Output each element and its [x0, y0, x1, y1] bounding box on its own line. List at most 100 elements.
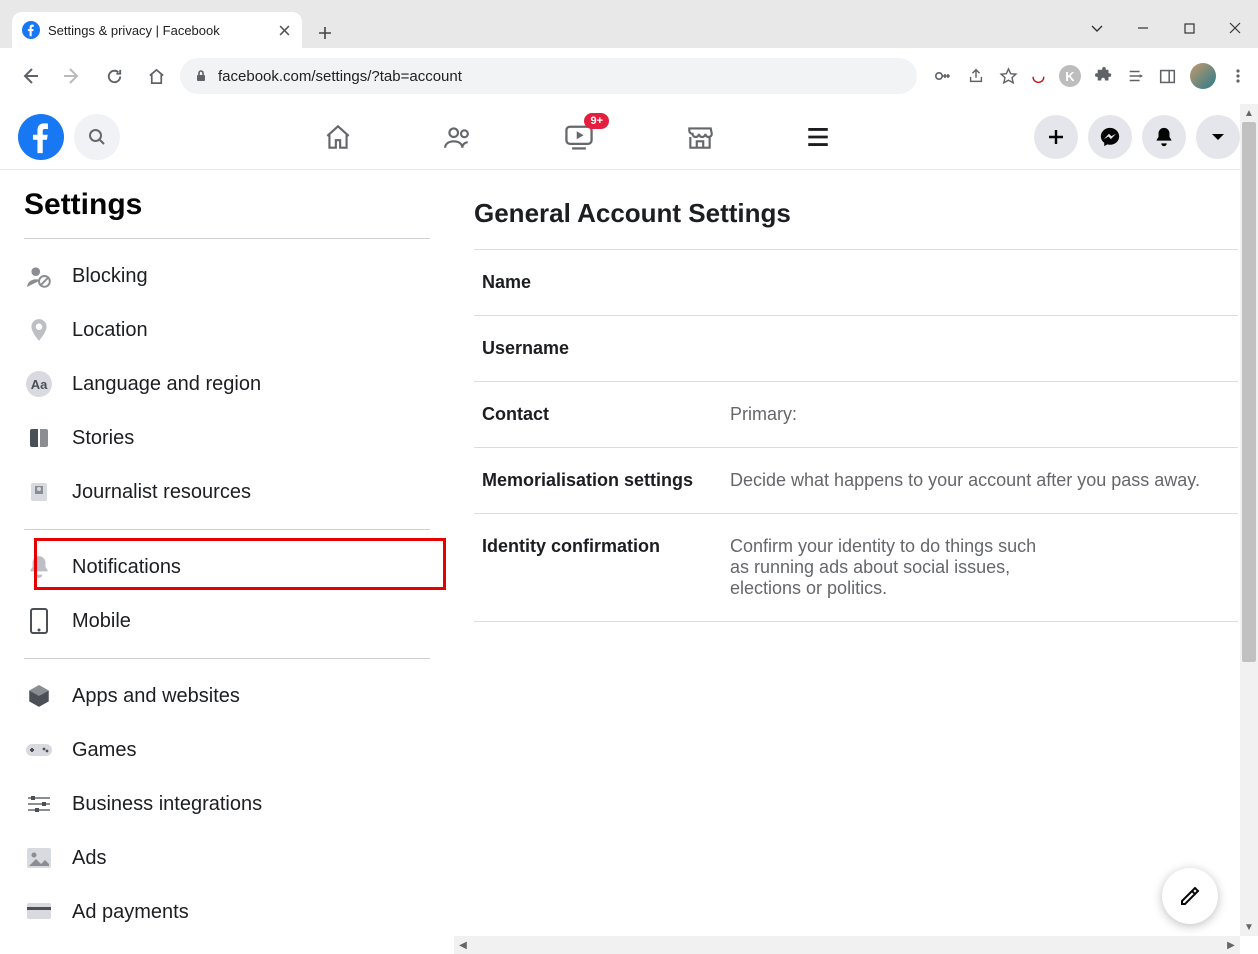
scroll-up-arrow[interactable]: ▲: [1240, 104, 1258, 122]
menu-icon[interactable]: [1230, 68, 1246, 84]
facebook-logo[interactable]: [18, 114, 64, 160]
nav-menu-icon[interactable]: [805, 124, 831, 150]
home-button[interactable]: [138, 58, 174, 94]
sidebar-item-label: Blocking: [72, 265, 148, 288]
sidebar-item-label: Language and region: [72, 373, 261, 396]
row-label: Username: [482, 338, 730, 359]
sidebar-item-label: Stories: [72, 427, 134, 450]
reload-button[interactable]: [96, 58, 132, 94]
compose-fab[interactable]: [1162, 868, 1218, 924]
browser-chrome: Settings & privacy | Facebook facebook.c…: [0, 0, 1258, 104]
image-icon: [24, 843, 54, 873]
profile-avatar[interactable]: [1190, 63, 1216, 89]
chevron-down-icon[interactable]: [1074, 8, 1120, 48]
nav-watch-icon[interactable]: 9+: [563, 121, 595, 153]
extension-k-icon[interactable]: K: [1059, 65, 1081, 87]
row-value: [730, 272, 1230, 293]
settings-row[interactable]: Username: [474, 315, 1238, 381]
notifications-button[interactable]: [1142, 115, 1186, 159]
sidebar-item-stories[interactable]: Stories: [24, 411, 430, 465]
settings-sidebar: Settings Blocking Location Aa Language and …: [0, 170, 454, 954]
address-bar[interactable]: facebook.com/settings/?tab=account: [180, 58, 917, 94]
sidebar-item-notifications[interactable]: Notifications: [24, 540, 430, 594]
sidebar-heading: Settings: [24, 188, 430, 239]
sidebar-item-games[interactable]: Games: [24, 723, 430, 777]
scroll-right-arrow[interactable]: ▶: [1222, 936, 1240, 954]
watch-badge: 9+: [584, 113, 609, 129]
sidebar-item-ads[interactable]: Ads: [24, 831, 430, 885]
person-block-icon: [24, 261, 54, 291]
settings-row[interactable]: ContactPrimary:: [474, 381, 1238, 447]
nav-marketplace-icon[interactable]: [685, 122, 715, 152]
newspaper-icon: [24, 477, 54, 507]
horizontal-scrollbar[interactable]: ◀ ▶: [454, 936, 1240, 954]
separator: [24, 658, 430, 659]
tab-title: Settings & privacy | Facebook: [48, 23, 268, 38]
scroll-thumb[interactable]: [1242, 122, 1256, 662]
sidebar-item-language-and-region[interactable]: Aa Language and region: [24, 357, 430, 411]
sidebar-item-ad-payments[interactable]: Ad payments: [24, 885, 430, 939]
sidebar-item-business-integrations[interactable]: Business integrations: [24, 777, 430, 831]
row-label: Name: [482, 272, 730, 293]
settings-row[interactable]: Name: [474, 249, 1238, 315]
row-value: Decide what happens to your account afte…: [730, 470, 1230, 491]
sidebar-item-location[interactable]: Location: [24, 303, 430, 357]
scroll-left-arrow[interactable]: ◀: [454, 936, 472, 954]
facebook-top-nav: 9+: [0, 104, 1258, 170]
back-button[interactable]: [12, 58, 48, 94]
main-content: General Account Settings Name Username Con…: [454, 170, 1258, 954]
sidebar-item-journalist-resources[interactable]: Journalist resources: [24, 465, 430, 519]
vertical-scrollbar[interactable]: ▲ ▼: [1240, 104, 1258, 936]
aa-icon: Aa: [24, 369, 54, 399]
facebook-search-button[interactable]: [74, 114, 120, 160]
slider-icon: [24, 789, 54, 819]
browser-tab[interactable]: Settings & privacy | Facebook: [12, 12, 302, 48]
lock-icon: [194, 69, 208, 83]
extensions-icon[interactable]: [1095, 67, 1113, 85]
share-icon[interactable]: [967, 67, 985, 85]
row-label: Memorialisation settings: [482, 470, 730, 491]
cube-icon: [24, 681, 54, 711]
account-button[interactable]: [1196, 115, 1240, 159]
svg-text:Aa: Aa: [31, 377, 48, 392]
row-label: Identity confirmation: [482, 536, 730, 599]
sidebar-item-label: Mobile: [72, 610, 131, 633]
sidebar-item-label: Ads: [72, 847, 106, 870]
book-icon: [24, 423, 54, 453]
scroll-down-arrow[interactable]: ▼: [1240, 918, 1258, 936]
media-icon[interactable]: [1127, 67, 1145, 85]
page-title: General Account Settings: [474, 198, 1238, 229]
nav-friends-icon[interactable]: [443, 122, 473, 152]
tab-close-icon[interactable]: [276, 22, 292, 38]
mcafee-icon[interactable]: ◡: [1032, 67, 1045, 85]
separator: [24, 529, 430, 530]
messenger-button[interactable]: [1088, 115, 1132, 159]
panel-icon[interactable]: [1159, 68, 1176, 85]
sidebar-item-apps-and-websites[interactable]: Apps and websites: [24, 669, 430, 723]
sidebar-item-label: Games: [72, 739, 136, 762]
key-icon[interactable]: [933, 66, 953, 86]
browser-toolbar: facebook.com/settings/?tab=account ◡ K: [0, 48, 1258, 104]
sidebar-item-label: Apps and websites: [72, 685, 240, 708]
settings-row[interactable]: Memorialisation settingsDecide what happ…: [474, 447, 1238, 513]
star-icon[interactable]: [999, 67, 1018, 86]
sidebar-item-label: Ad payments: [72, 901, 189, 924]
row-value: [730, 338, 1230, 359]
bell-icon: [24, 552, 54, 582]
window-controls: [1074, 8, 1258, 48]
browser-titlebar: Settings & privacy | Facebook: [0, 0, 1258, 48]
sidebar-item-label: Business integrations: [72, 793, 262, 816]
nav-home-icon[interactable]: [323, 122, 353, 152]
row-value: Confirm your identity to do things such …: [730, 536, 1050, 599]
create-button[interactable]: [1034, 115, 1078, 159]
maximize-button[interactable]: [1166, 8, 1212, 48]
settings-row[interactable]: Identity confirmationConfirm your identi…: [474, 513, 1238, 621]
sidebar-item-label: Journalist resources: [72, 481, 251, 504]
sidebar-item-blocking[interactable]: Blocking: [24, 249, 430, 303]
new-tab-button[interactable]: [310, 18, 340, 48]
sidebar-item-mobile[interactable]: Mobile: [24, 594, 430, 648]
minimize-button[interactable]: [1120, 8, 1166, 48]
row-value: Primary:: [730, 404, 1230, 425]
forward-button[interactable]: [54, 58, 90, 94]
close-window-button[interactable]: [1212, 8, 1258, 48]
